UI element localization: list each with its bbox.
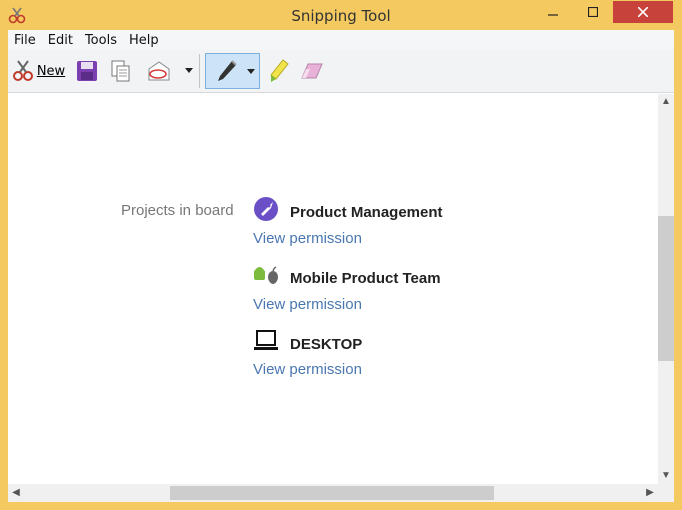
menu-help[interactable]: Help [123, 33, 165, 48]
envelope-icon [148, 61, 170, 81]
toolbar: New [8, 50, 674, 93]
save-button[interactable] [72, 55, 102, 87]
highlighter-button[interactable] [264, 55, 294, 87]
title-bar[interactable]: Snipping Tool [0, 0, 682, 30]
horizontal-scroll-thumb[interactable] [170, 486, 494, 500]
snip-canvas[interactable]: Projects in board Product Management Vie… [9, 94, 658, 484]
project-name: Product Management [290, 204, 443, 221]
send-snip-button[interactable] [144, 55, 174, 87]
scroll-left-icon[interactable]: ◀ [8, 487, 24, 498]
send-snip-dropdown[interactable] [182, 55, 196, 87]
toolbar-divider [199, 54, 200, 88]
maximize-button[interactable] [578, 1, 608, 23]
vertical-scrollbar[interactable]: ▲ ▼ [658, 94, 674, 484]
vertical-scroll-thumb[interactable] [658, 216, 674, 361]
copy-icon [111, 60, 130, 82]
pen-tool-button[interactable] [205, 53, 260, 89]
minimize-button[interactable] [538, 1, 568, 23]
highlighter-icon [270, 59, 289, 82]
scroll-down-icon[interactable]: ▼ [658, 470, 674, 481]
chevron-down-icon [247, 69, 255, 74]
pen-icon [217, 60, 237, 81]
scroll-right-icon[interactable]: ▶ [642, 487, 658, 498]
rocket-project-icon [254, 197, 278, 221]
minimize-icon [548, 14, 558, 16]
close-button[interactable] [613, 1, 673, 23]
project-name: DESKTOP [290, 336, 363, 353]
projects-in-board-label: Projects in board [121, 202, 234, 219]
copy-button[interactable] [106, 55, 136, 87]
horizontal-scrollbar[interactable]: ◀ ▶ [8, 484, 658, 502]
project-name: Mobile Product Team [290, 270, 441, 287]
menu-edit[interactable]: Edit [42, 33, 79, 48]
scissors-icon [12, 60, 33, 81]
scroll-up-icon[interactable]: ▲ [658, 96, 674, 107]
maximize-icon [588, 7, 598, 17]
close-icon [638, 7, 648, 17]
view-permission-link[interactable]: View permission [253, 230, 362, 247]
menu-tools[interactable]: Tools [79, 33, 123, 48]
save-icon [77, 61, 97, 81]
android-apple-icon [254, 266, 278, 284]
menu-file[interactable]: File [8, 33, 42, 48]
scrollbar-corner [658, 484, 674, 502]
client-area: File Edit Tools Help New Projects in boa… [8, 30, 674, 502]
new-label: New [36, 63, 66, 79]
chevron-down-icon [185, 68, 193, 73]
laptop-icon [254, 330, 278, 350]
eraser-button[interactable] [296, 55, 328, 87]
new-snip-button[interactable]: New [8, 55, 68, 87]
eraser-icon [301, 63, 323, 79]
view-permission-link[interactable]: View permission [253, 361, 362, 378]
view-permission-link[interactable]: View permission [253, 296, 362, 313]
menu-bar: File Edit Tools Help [8, 30, 674, 50]
snipping-tool-window: Snipping Tool File Edit Tools Help New P… [0, 0, 682, 510]
